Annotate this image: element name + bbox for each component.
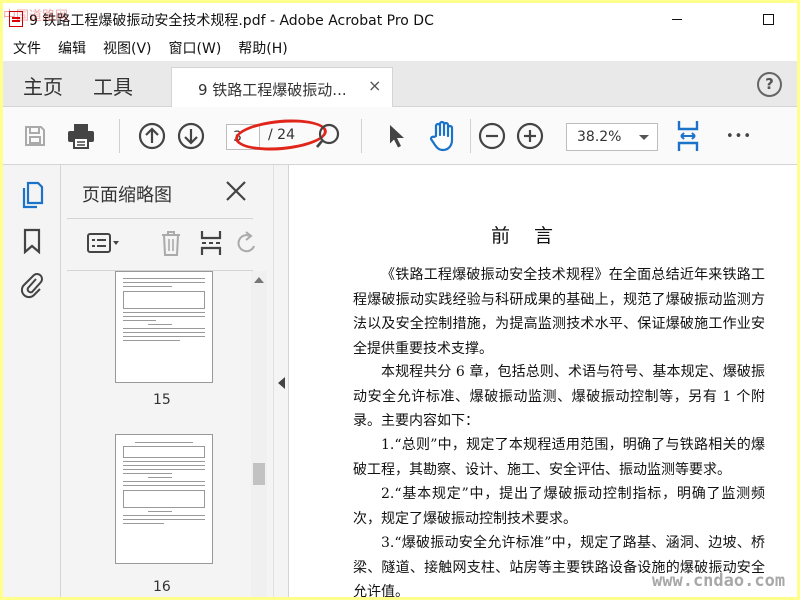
page-down-icon[interactable] bbox=[175, 120, 207, 152]
menu-file[interactable]: 文件 bbox=[13, 38, 41, 58]
menu-help[interactable]: 帮助(H) bbox=[238, 38, 287, 58]
tab-bar: 主页 工具 9 铁路工程爆破振动... × ? bbox=[3, 61, 797, 107]
maximize-icon bbox=[762, 13, 774, 25]
paragraph: 《铁路工程爆破振动安全技术规程》在全面总结近年来铁路工程爆破振动实践经验与科研成… bbox=[353, 267, 765, 357]
toolbar: 3 / 24 38.2% ••• bbox=[3, 107, 797, 165]
acrobat-window: 9 铁路工程爆破振动安全技术规程.pdf - Adobe Acrobat Pro… bbox=[3, 3, 797, 597]
attachment-icon[interactable] bbox=[19, 271, 45, 299]
hand-icon[interactable] bbox=[427, 120, 459, 152]
tab-tools[interactable]: 工具 bbox=[93, 71, 133, 100]
close-tab-button[interactable]: × bbox=[368, 76, 381, 95]
zoom-select[interactable]: 38.2% bbox=[566, 123, 658, 151]
title-bar: 9 铁路工程爆破振动安全技术规程.pdf - Adobe Acrobat Pro… bbox=[3, 3, 797, 35]
zoom-in-icon[interactable] bbox=[514, 120, 546, 152]
fit-page-icon[interactable] bbox=[672, 120, 704, 152]
bookmark-icon[interactable] bbox=[19, 227, 45, 255]
zoom-icon[interactable] bbox=[312, 120, 344, 152]
paragraph: 1.“总则”中，规定了本规程适用范围，明确了与铁路相关的爆破工程，其勘察、设计、… bbox=[353, 437, 765, 478]
save-icon[interactable] bbox=[19, 120, 51, 152]
print-icon[interactable] bbox=[65, 120, 97, 152]
menu-edit[interactable]: 编辑 bbox=[58, 38, 86, 58]
window-title: 9 铁路工程爆破振动安全技术规程.pdf - Adobe Acrobat Pro… bbox=[29, 13, 434, 29]
toolbar-separator bbox=[470, 119, 471, 153]
thumbnail-page-16[interactable] bbox=[115, 434, 213, 564]
help-button[interactable]: ? bbox=[757, 72, 782, 97]
panel-title: 页面缩略图 bbox=[82, 185, 172, 206]
more-icon[interactable]: ••• bbox=[723, 120, 755, 152]
undo-icon[interactable] bbox=[235, 227, 257, 259]
minimize-icon bbox=[672, 18, 682, 20]
thumbnail-page-number: 16 bbox=[153, 579, 171, 595]
document-heading: 前言 bbox=[490, 225, 577, 247]
minimize-button[interactable] bbox=[654, 5, 700, 33]
thumbnail-scrollbar[interactable] bbox=[251, 271, 267, 597]
scrollbar-thumb[interactable] bbox=[253, 463, 265, 485]
zoom-value: 38.2% bbox=[577, 129, 622, 145]
thumbnail-list: 15 16 bbox=[61, 271, 251, 597]
options-icon[interactable] bbox=[83, 227, 125, 259]
left-navigation-pane bbox=[3, 165, 61, 597]
delete-icon[interactable] bbox=[157, 227, 185, 259]
paragraph: 2.“基本规定”中，提出了爆破振动控制指标，明确了监测频次，规定了爆破振动控制技… bbox=[353, 486, 765, 527]
thumbnails-panel: 页面缩略图 15 16 bbox=[61, 165, 273, 597]
chevron-left-icon[interactable] bbox=[278, 377, 285, 389]
toolbar-separator bbox=[119, 119, 120, 153]
site-watermark: 中国道路网 bbox=[3, 9, 69, 24]
menu-window[interactable]: 窗口(W) bbox=[169, 38, 222, 58]
document-view[interactable]: 前言 《铁路工程爆破振动安全技术规程》在全面总结近年来铁路工程爆破振动实践经验与… bbox=[289, 165, 797, 597]
watermark: www.cndao.com bbox=[652, 571, 786, 591]
zoom-out-icon[interactable] bbox=[476, 120, 508, 152]
document-tab-label: 9 铁路工程爆破振动... bbox=[198, 81, 347, 99]
thumbnail-page-15[interactable] bbox=[115, 271, 213, 383]
scroll-up-icon[interactable] bbox=[254, 277, 264, 283]
toolbar-separator bbox=[361, 119, 362, 153]
tab-home[interactable]: 主页 bbox=[23, 71, 63, 100]
menu-bar: 文件 编辑 视图(V) 窗口(W) 帮助(H) bbox=[3, 35, 797, 61]
maximize-button[interactable] bbox=[745, 5, 791, 33]
paragraph: 本规程共分 6 章，包括总则、术语与符号、基本规定、爆破振动安全允许标准、爆破振… bbox=[353, 364, 765, 429]
select-cursor-icon[interactable] bbox=[381, 120, 413, 152]
close-icon[interactable] bbox=[224, 179, 248, 203]
thumbnails-icon[interactable] bbox=[19, 181, 45, 209]
insert-icon[interactable] bbox=[197, 227, 225, 259]
panel-collapse-strip[interactable] bbox=[273, 165, 289, 597]
tab-document[interactable]: 9 铁路工程爆破振动... × bbox=[171, 67, 393, 107]
chevron-down-icon bbox=[639, 135, 649, 140]
page-up-icon[interactable] bbox=[136, 120, 168, 152]
thumbnail-page-number: 15 bbox=[153, 392, 171, 408]
divider bbox=[67, 218, 253, 219]
menu-view[interactable]: 视图(V) bbox=[103, 38, 152, 58]
